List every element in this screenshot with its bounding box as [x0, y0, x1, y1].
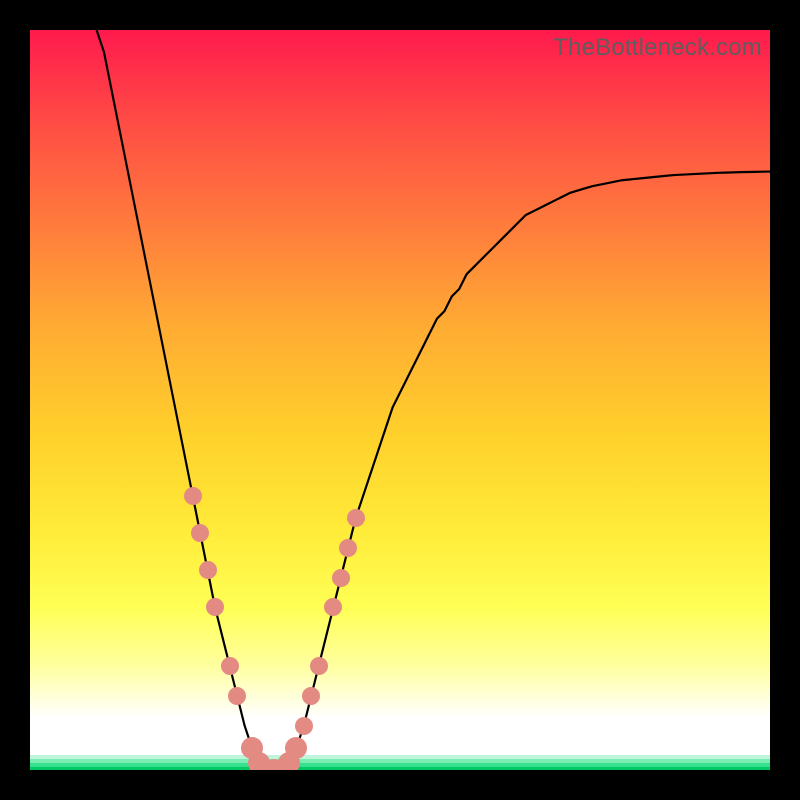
curve-marker	[347, 509, 365, 527]
curve-marker	[302, 687, 320, 705]
curve-marker	[199, 561, 217, 579]
curve-marker	[206, 598, 224, 616]
watermark-text: TheBottleneck.com	[553, 34, 762, 62]
chart-frame: TheBottleneck.com	[0, 0, 800, 800]
curve-marker	[184, 487, 202, 505]
curve-marker	[221, 657, 239, 675]
curve-marker	[295, 717, 313, 735]
curve-marker	[310, 657, 328, 675]
curve-marker	[228, 687, 246, 705]
curve-marker	[191, 524, 209, 542]
curve-marker	[339, 539, 357, 557]
curve-marker	[332, 569, 350, 587]
curve-marker	[324, 598, 342, 616]
plot-area: TheBottleneck.com	[30, 30, 770, 770]
curve-marker	[285, 737, 307, 759]
bottleneck-curve	[30, 30, 770, 770]
